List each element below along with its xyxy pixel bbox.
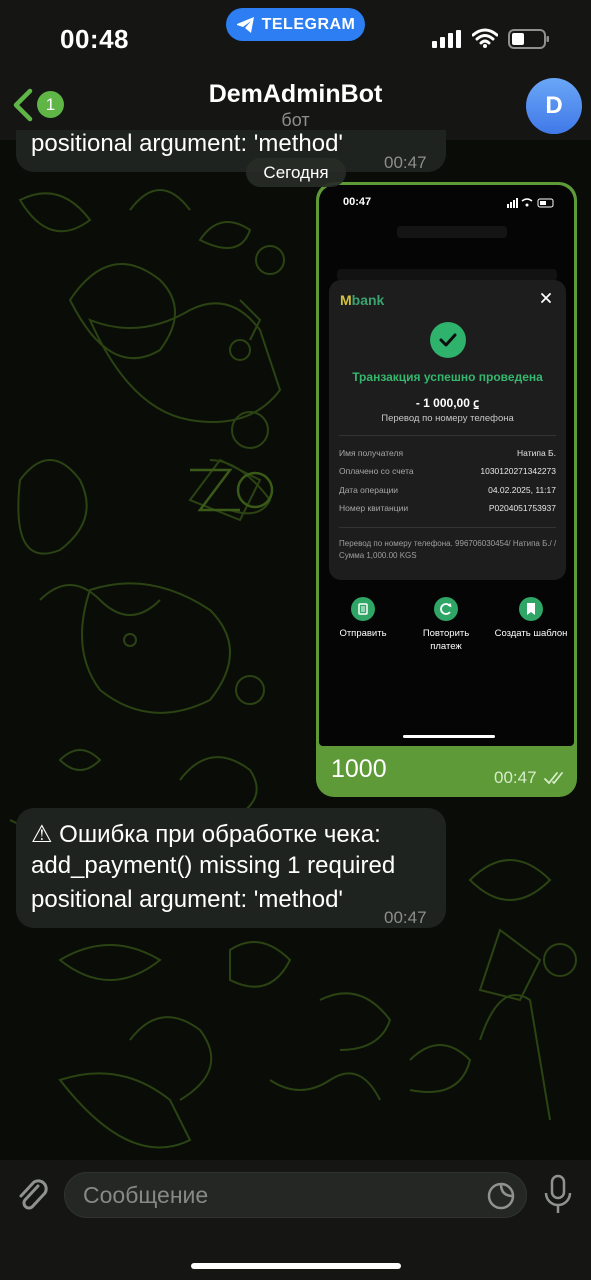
receipt-row-date: Дата операции 04.02.2025, 11:17: [339, 485, 556, 495]
mbank-logo: Mbank: [340, 292, 385, 308]
status-bar: 00:48 TELEGRAM: [0, 0, 591, 74]
double-check-icon: [544, 772, 563, 785]
sticker-icon[interactable]: [486, 1181, 516, 1211]
transaction-status: Транзакция успешно проведена: [352, 370, 543, 384]
date-separator: Сегодня: [246, 158, 346, 187]
signal-icon: [432, 30, 461, 48]
message-time: 00:47: [494, 768, 537, 787]
repeat-icon: [434, 597, 458, 621]
telegram-icon: [236, 16, 254, 33]
message-text-line3: positional argument: 'method': [31, 886, 344, 913]
message-input-wrapper: [64, 1172, 527, 1218]
receipt-row-receipt-number: Номер квитанции P0204051753937: [339, 503, 556, 513]
transaction-description: Перевод по номеру телефона. 996706030454…: [339, 539, 557, 560]
close-icon[interactable]: [540, 292, 552, 304]
action-label: Повторить платеж: [422, 628, 470, 652]
photo-home-indicator: [403, 735, 495, 738]
chat-subtitle: бот: [281, 110, 310, 130]
message-input[interactable]: [83, 1173, 463, 1217]
action-send[interactable]: Отправить: [323, 597, 403, 640]
message-time: 00:47: [384, 153, 427, 172]
receipt-row-recipient: Имя получателя Натипа Б.: [339, 448, 556, 458]
divider: [339, 527, 556, 528]
chat-header-front: 1 DemAdminBot бот D: [0, 74, 591, 134]
message-time: 00:47: [384, 908, 427, 927]
message-bubble-error[interactable]: ⚠ Ошибка при обработке чека: add_payment…: [16, 808, 446, 928]
telegram-pill-label: TELEGRAM: [261, 15, 356, 33]
checkmark-icon: [439, 333, 457, 347]
photo-status-icons: [507, 198, 554, 208]
receipt-card: Mbank Транзакция успешно проведена - 1 0…: [329, 280, 566, 580]
receipt-photo[interactable]: 00:47 Mbank Транзакция успешно проведена…: [319, 185, 574, 746]
telegram-return-pill[interactable]: TELEGRAM: [226, 8, 365, 41]
message-text-line2: add_payment() missing 1 required: [31, 852, 396, 879]
action-repeat[interactable]: Повторить платеж: [406, 597, 486, 653]
status-time: 00:48: [60, 24, 129, 54]
divider: [339, 435, 556, 436]
message-text: 1000: [331, 755, 387, 783]
outgoing-photo-message[interactable]: 00:47 Mbank Транзакция успешно проведена…: [316, 182, 577, 797]
photo-bg-title: [397, 226, 507, 238]
transaction-amount: - 1 000,00 ⃀: [415, 396, 480, 410]
bookmark-icon: [519, 597, 543, 621]
transaction-type: Перевод по номеру телефона: [381, 413, 514, 424]
message-text: positional argument: 'method': [31, 130, 344, 157]
action-label: Создать шаблон: [494, 628, 568, 639]
success-icon: [430, 322, 466, 358]
receipt-row-account: Оплачено со счета 1030120271342273: [339, 466, 556, 476]
action-label: Отправить: [339, 628, 387, 639]
home-indicator: [191, 1263, 401, 1269]
paperclip-icon[interactable]: [14, 1174, 50, 1214]
photo-status-time: 00:47: [343, 196, 372, 208]
action-template[interactable]: Создать шаблон: [491, 597, 571, 640]
chat-title[interactable]: DemAdminBot: [0, 80, 591, 109]
composer: [0, 1160, 591, 1280]
avatar[interactable]: D: [526, 78, 582, 134]
battery-icon: [508, 29, 549, 49]
send-icon: [351, 597, 375, 621]
wifi-icon: [472, 28, 498, 48]
microphone-icon[interactable]: [543, 1174, 573, 1216]
